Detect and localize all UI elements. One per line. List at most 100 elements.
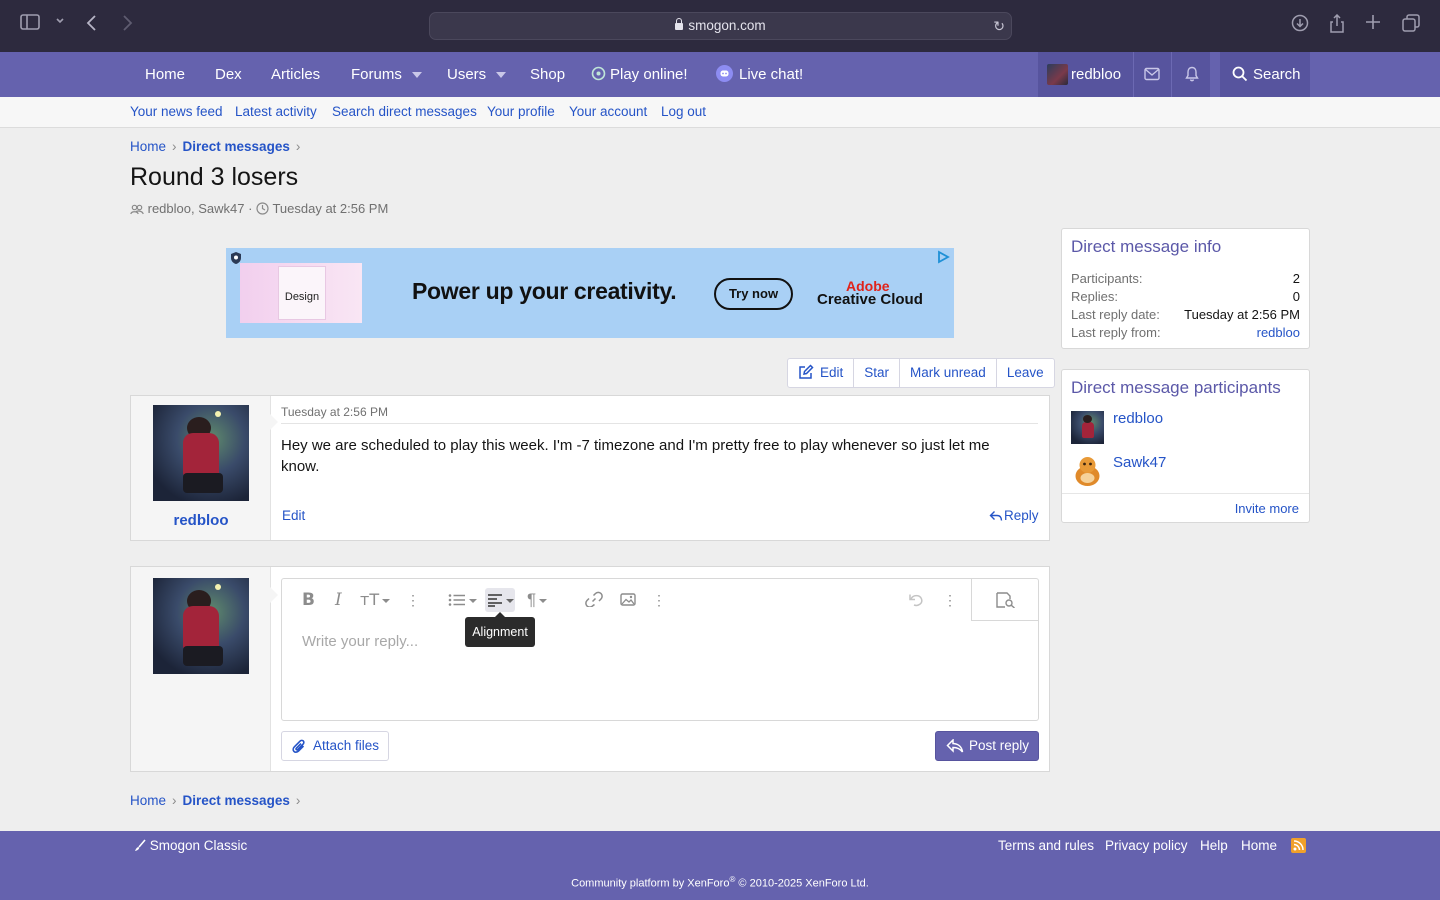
nav-play-online[interactable]: Play online! [591,52,688,97]
reply-input[interactable]: Write your reply... [302,633,418,650]
paragraph-icon[interactable]: ¶ [527,588,548,612]
address-bar[interactable]: smogon.com ↻ [429,12,1012,40]
ad-banner[interactable]: Design Power up your creativity. Try now… [226,248,954,338]
lock-icon [675,18,684,30]
reply-editor[interactable]: B I тT ⋮ ¶ ⋮ ⋮ Write your reply... [281,578,1039,721]
alignment-tooltip: Alignment [465,612,535,647]
footer-home-link[interactable]: Home [1241,838,1277,853]
nav-dex[interactable]: Dex [215,52,242,97]
message-edit-link[interactable]: Edit [282,508,305,523]
divider [1133,52,1134,97]
tabs-overview-icon[interactable] [1402,14,1420,32]
invite-more-link[interactable]: Invite more [1235,501,1299,516]
new-tab-icon[interactable] [1365,14,1381,30]
breadcrumb-direct-messages[interactable]: Direct messages [183,793,290,808]
text-size-icon[interactable]: тT [360,588,391,612]
browser-toolbar: smogon.com ↻ [0,0,1440,52]
chevron-down-icon[interactable] [411,72,422,79]
share-icon[interactable] [1329,14,1345,34]
breadcrumb-home[interactable]: Home [130,793,166,808]
nav-home[interactable]: Home [145,52,185,97]
participant-name[interactable]: redbloo [1113,410,1163,427]
more-options-icon[interactable]: ⋮ [943,588,957,612]
attach-files-button[interactable]: Attach files [281,731,389,761]
direct-message-info-block: Direct message info Participants: 2 Repl… [1061,228,1310,349]
nav-shop[interactable]: Shop [530,52,565,97]
users-icon [130,204,144,215]
subnav-latest-activity[interactable]: Latest activity [235,97,317,126]
conversation-meta: redbloo, Sawk47 · Tuesday at 2:56 PM [130,201,388,216]
subnav-your-profile[interactable]: Your profile [487,97,555,126]
chevron-down-icon[interactable] [55,16,65,26]
more-options-icon[interactable]: ⋮ [652,588,666,612]
back-icon[interactable] [86,14,98,32]
reply-user-pane [131,567,271,771]
image-icon[interactable] [620,588,636,612]
user-menu[interactable]: redbloo [1038,52,1210,97]
breadcrumb-home[interactable]: Home [130,139,166,154]
footer-privacy-link[interactable]: Privacy policy [1105,838,1188,853]
rss-icon[interactable] [1291,838,1306,853]
divider [1171,52,1172,97]
chevron-down-icon[interactable] [496,72,507,79]
url-text: smogon.com [688,18,766,33]
ad-cta-button[interactable]: Try now [714,278,793,310]
nav-users[interactable]: Users [447,52,507,97]
align-icon[interactable] [485,588,515,612]
undo-icon[interactable] [908,588,924,612]
last-reply-user-link[interactable]: redbloo [1257,325,1300,340]
nav-forums[interactable]: Forums [351,52,422,97]
message-reply-link[interactable]: Reply [989,508,1039,523]
search-button[interactable]: Search [1220,52,1310,97]
avatar[interactable] [153,405,249,501]
link-icon[interactable] [585,588,603,612]
preview-icon [996,592,1015,608]
participant-name[interactable]: Sawk47 [1113,454,1166,471]
message-date[interactable]: Tuesday at 2:56 PM [281,405,388,419]
message-body: Hey we are scheduled to play this week. … [281,437,990,475]
reply-arrow [270,587,278,603]
editor-toolbar: B I тT ⋮ ¶ ⋮ ⋮ [282,579,1039,621]
footer-help-link[interactable]: Help [1200,838,1228,853]
nav-username[interactable]: redbloo [1071,52,1121,97]
block-title: Direct message info [1071,237,1222,256]
avatar[interactable] [1047,64,1068,85]
subnav-search-direct-messages[interactable]: Search direct messages [332,97,477,126]
adchoices-icon[interactable] [936,250,950,264]
nav-live-chat[interactable]: Live chat! [716,52,803,97]
post-reply-button[interactable]: Post reply [935,731,1039,761]
preview-button[interactable] [971,579,1039,621]
discord-icon [716,65,733,82]
inbox-icon[interactable] [1144,67,1160,84]
chevron-right-icon: › [172,139,177,154]
bold-icon[interactable]: B [302,588,315,612]
reply-icon [946,739,964,753]
chevron-right-icon: › [172,793,177,808]
reload-icon[interactable]: ↻ [993,13,1005,39]
mark-unread-button[interactable]: Mark unread [899,359,996,387]
participants-text[interactable]: redbloo, Sawk47 [148,201,245,216]
download-icon[interactable] [1291,14,1309,32]
subnav-log-out[interactable]: Log out [661,97,706,126]
avatar[interactable] [1071,454,1104,487]
breadcrumb-direct-messages[interactable]: Direct messages [183,139,290,154]
page-title: Round 3 losers [130,163,299,191]
message-author[interactable]: redbloo [131,512,271,529]
list-icon[interactable] [447,588,477,612]
sidebar-toggle-icon[interactable] [20,14,40,30]
bell-icon[interactable] [1185,66,1199,85]
style-chooser[interactable]: Smogon Classic [134,838,247,853]
subnav-news-feed[interactable]: Your news feed [130,97,223,126]
star-button[interactable]: Star [853,359,899,387]
forward-icon[interactable] [121,14,133,32]
italic-icon[interactable]: I [335,588,342,612]
footer-terms-link[interactable]: Terms and rules [998,838,1094,853]
nav-articles[interactable]: Articles [271,52,320,97]
more-options-icon[interactable]: ⋮ [406,588,420,612]
edit-button[interactable]: Edit [788,359,853,387]
copyright: Community platform by XenForo® © 2010-20… [571,875,869,890]
subnav-your-account[interactable]: Your account [569,97,647,126]
leave-button[interactable]: Leave [995,359,1054,387]
avatar[interactable] [1071,411,1104,444]
avatar[interactable] [153,578,249,674]
